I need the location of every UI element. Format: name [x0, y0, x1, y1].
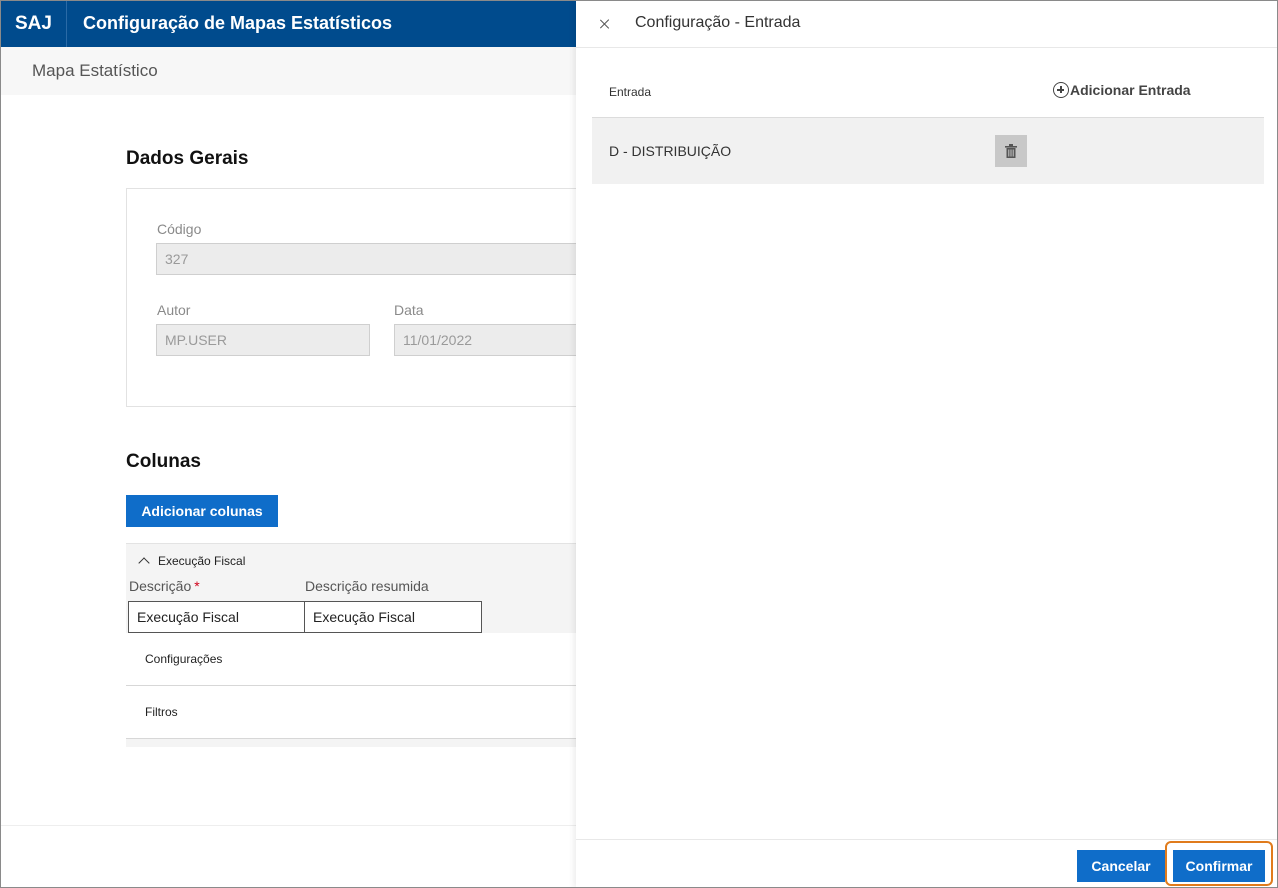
code-label: Código [157, 221, 202, 237]
description-label-text: Descrição [129, 578, 192, 594]
add-entry-button[interactable]: Adicionar Entrada [1053, 82, 1191, 98]
entry-row: D - DISTRIBUIÇÃO [592, 117, 1264, 184]
short-description-input[interactable]: Execução Fiscal [304, 601, 482, 633]
brand-logo[interactable]: SAJ [0, 0, 67, 47]
breadcrumb-current: Mapa Estatístico [32, 61, 158, 80]
page-divider [0, 825, 576, 826]
accordion-title: Execução Fiscal [158, 554, 246, 568]
entry-column-header: Entrada [609, 85, 652, 99]
delete-entry-button[interactable] [995, 135, 1027, 167]
filters-row[interactable]: Filtros [126, 686, 586, 739]
panel-title: Configuração - Entrada [635, 14, 801, 31]
columns-section-title: Colunas [126, 451, 201, 472]
add-columns-button[interactable]: Adicionar colunas [126, 495, 278, 527]
description-label: Descrição * [129, 578, 200, 594]
author-field[interactable]: MP.USER [156, 324, 370, 356]
description-input[interactable]: Execução Fiscal [128, 601, 305, 633]
close-icon[interactable] [598, 17, 612, 31]
plus-circle-icon [1053, 82, 1069, 98]
date-label: Data [394, 302, 424, 318]
accordion-header[interactable]: Execução Fiscal [138, 554, 246, 569]
entry-config-panel: Configuração - Entrada Entrada Adicionar… [576, 0, 1278, 888]
add-entry-label: Adicionar Entrada [1070, 82, 1191, 98]
panel-header: Configuração - Entrada [576, 0, 1278, 48]
column-accordion: Execução Fiscal Descrição * Execução Fisc… [126, 543, 586, 747]
entry-name: D - DISTRIBUIÇÃO [609, 143, 732, 159]
required-marker: * [194, 578, 200, 594]
date-field[interactable]: 11/01/2022 [394, 324, 606, 356]
short-description-label: Descrição resumida [305, 578, 429, 594]
cancel-button[interactable]: Cancelar [1077, 850, 1165, 882]
panel-footer-divider [576, 839, 1278, 840]
configurations-row[interactable]: Configurações [126, 633, 586, 686]
general-section-title: Dados Gerais [126, 148, 249, 169]
general-card: Código 327 Autor MP.USER Data 11/01/2022 [126, 188, 626, 407]
trash-icon [1005, 144, 1017, 158]
confirm-highlight [1165, 841, 1273, 886]
code-field[interactable]: 327 [156, 243, 606, 275]
app-title: Configuração de Mapas Estatísticos [82, 13, 393, 33]
chevron-up-icon [138, 557, 150, 569]
author-label: Autor [157, 302, 191, 318]
